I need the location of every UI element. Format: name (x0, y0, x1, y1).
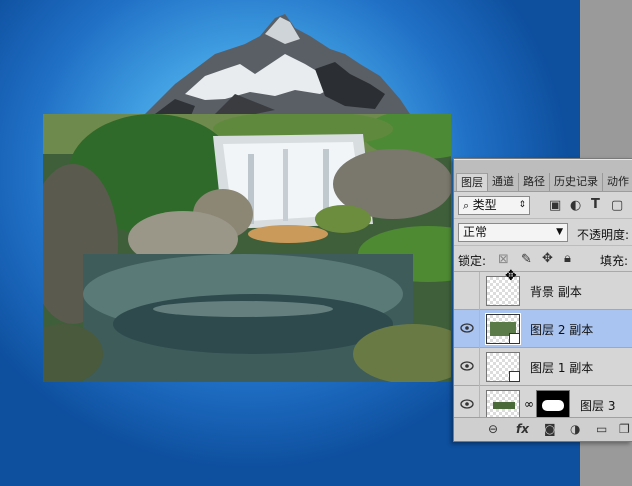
layer-row[interactable]: 背景 副本 (454, 272, 632, 310)
eye-icon (460, 399, 474, 409)
fill-label: 填充: (600, 254, 629, 268)
mountain-image (145, 14, 415, 119)
lock-image-icon[interactable]: ✎ (521, 253, 532, 266)
lock-row: 锁定: ⊠ ✎ ✥ 🔒︎ 填充: (454, 247, 632, 272)
layer-thumbnail (486, 390, 520, 420)
dropdown-arrows-icon: ⇕ (518, 200, 526, 210)
lock-position-icon[interactable]: ✥ (542, 252, 553, 265)
layers-panel: 图层 通道 路径 历史记录 动作 ⌕ 类型 ⇕ ▣ ◐ T ▢ 正常 ▼ 不透明… (453, 158, 632, 442)
layer-row[interactable]: 图层 1 副本 (454, 348, 632, 386)
filter-kind-value: 类型 (472, 198, 497, 212)
panel-tab-bar: 图层 通道 路径 历史记录 动作 (454, 159, 632, 192)
layer-mask-thumbnail[interactable] (536, 390, 570, 420)
link-layers-icon[interactable]: ⊖ (488, 423, 498, 435)
opacity-label: 不透明度: (577, 228, 630, 242)
adjustment-filter-icon[interactable]: ◐ (570, 199, 581, 212)
type-filter-icon[interactable]: T (591, 198, 600, 211)
layer-filter-row: ⌕ 类型 ⇕ ▣ ◐ T ▢ (454, 192, 632, 219)
lock-transparent-icon[interactable]: ⊠ (498, 253, 509, 266)
visibility-toggle[interactable] (454, 348, 480, 386)
layer-name: 图层 3 (580, 399, 616, 413)
fx-icon[interactable]: fx (516, 423, 529, 435)
mask-link-icon[interactable]: ∞ (524, 397, 534, 411)
tab-actions[interactable]: 动作 (603, 173, 632, 191)
layer-row[interactable]: 图层 2 副本 (454, 310, 632, 348)
pixel-filter-icon[interactable]: ▣ (549, 199, 561, 212)
tab-history[interactable]: 历史记录 (550, 173, 603, 191)
move-cursor-icon: ✥ (505, 268, 517, 284)
add-mask-icon[interactable]: ◙ (544, 423, 556, 435)
layer-thumbnail (485, 313, 521, 345)
tab-layers[interactable]: 图层 (456, 173, 488, 191)
panel-footer: ⊖ fx ◙ ◑ ▭ ❐ (454, 417, 632, 441)
lock-all-icon[interactable]: 🔒︎ (564, 252, 571, 265)
blend-mode-select[interactable]: 正常 ▼ (458, 223, 568, 242)
layer-list: 背景 副本 图层 2 副本 图层 1 副本 ∞ 图层 3 (454, 272, 632, 424)
blend-mode-row: 正常 ▼ 不透明度: (454, 220, 632, 246)
eye-icon (460, 323, 474, 333)
smart-object-icon (509, 333, 520, 344)
layer-name: 背景 副本 (530, 285, 582, 299)
tab-channels[interactable]: 通道 (488, 173, 519, 191)
chevron-down-icon: ▼ (556, 227, 563, 237)
eye-icon (460, 361, 474, 371)
visibility-toggle[interactable] (454, 272, 480, 310)
lock-label: 锁定: (458, 254, 487, 268)
adjustment-layer-icon[interactable]: ◑ (570, 423, 580, 435)
new-layer-icon[interactable]: ❐ (619, 423, 630, 435)
layer-name: 图层 2 副本 (530, 323, 594, 337)
new-group-icon[interactable]: ▭ (596, 423, 607, 435)
layer-thumbnail (486, 352, 520, 382)
shape-filter-icon[interactable]: ▢ (611, 199, 623, 212)
tab-paths[interactable]: 路径 (519, 173, 550, 191)
layer-name: 图层 1 副本 (530, 361, 594, 375)
visibility-toggle[interactable] (454, 310, 480, 348)
smart-object-icon (509, 371, 520, 382)
waterfall-photo (43, 114, 451, 382)
search-icon: ⌕ (463, 199, 473, 212)
blend-mode-value: 正常 (463, 225, 488, 239)
layer-filter-select[interactable]: ⌕ 类型 ⇕ (458, 196, 530, 215)
